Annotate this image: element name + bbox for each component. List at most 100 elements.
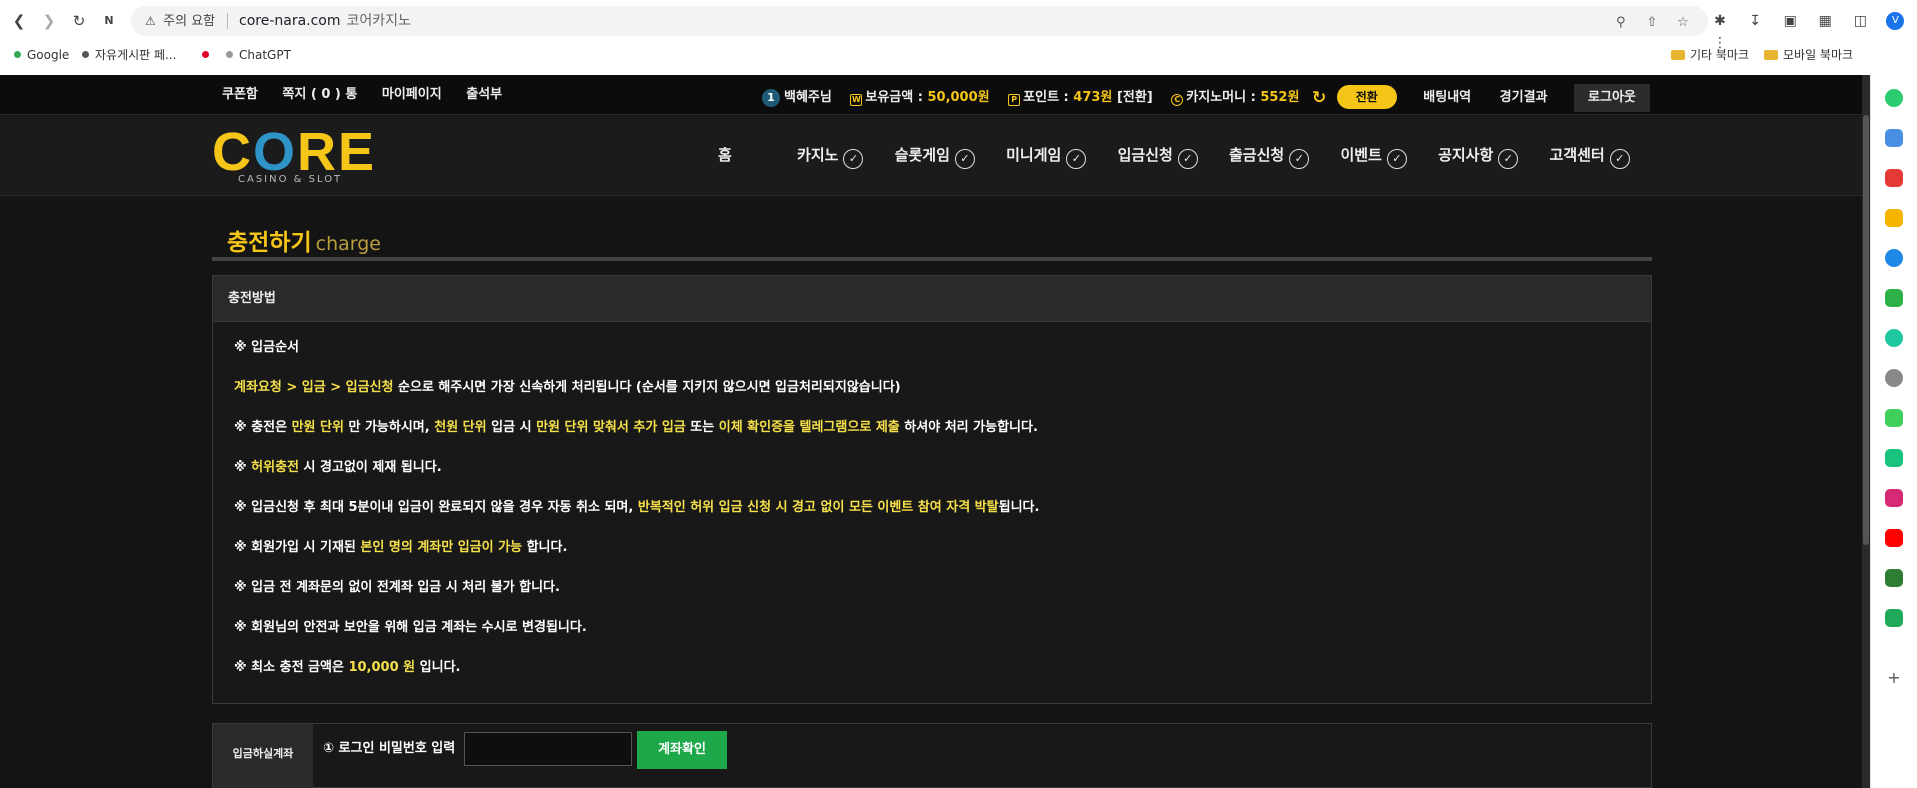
wallet-icon: W: [850, 94, 863, 106]
sidebar-app-icon[interactable]: [1885, 329, 1903, 347]
naver-icon[interactable]: N: [98, 10, 120, 32]
sidebar-app-icon[interactable]: [1885, 529, 1903, 547]
bookmark-folder-other[interactable]: 기타 북마크: [1671, 47, 1749, 63]
level-badge: 1: [762, 88, 780, 107]
media-icon[interactable]: ▣: [1775, 10, 1805, 32]
topbar-user-info: 1 백혜주님 W 보유금액 : 50,000원 P 포인트 : 473원 [전환] C…: [762, 84, 1650, 112]
scrollbar-thumb[interactable]: [1863, 115, 1869, 545]
sidebar-app-icon[interactable]: [1885, 289, 1903, 307]
screenshot-icon[interactable]: ▦: [1810, 10, 1840, 32]
bet-history-link[interactable]: 배팅내역: [1423, 90, 1471, 105]
security-warning[interactable]: ⚠ 주의 요함: [139, 10, 223, 32]
profile-avatar[interactable]: V: [1880, 10, 1910, 32]
instruction-line: ※ 입금신청 후 최대 5분이내 입금이 완료되지 않을 경우 자동 취소 되며…: [234, 500, 1040, 515]
security-label: 주의 요함: [163, 14, 216, 29]
logo-wordmark: CORE: [212, 122, 377, 182]
instruction-line: ※ 입금 전 계좌문의 없이 전계좌 입금 시 처리 불가 합니다.: [234, 580, 560, 595]
nav-notice[interactable]: 공지사항 ✓: [1438, 144, 1519, 169]
forward-icon[interactable]: ❯: [38, 10, 60, 32]
bookmark-dot-icon: [82, 51, 89, 58]
point-convert-link[interactable]: [전환]: [1117, 90, 1153, 105]
browser-chrome: ❮ ❯ ↻ N ⚠ 주의 요함 core-nara.com 코어카지노 ⚲ ⇧ ☆…: [0, 0, 1917, 75]
nav-event[interactable]: 이벤트 ✓: [1340, 144, 1407, 169]
download-icon[interactable]: ↧: [1740, 10, 1770, 32]
balance-value: 50,000원: [927, 90, 990, 105]
nav-casino[interactable]: 카지노 ✓: [797, 144, 864, 169]
instruction-line: ※ 회원가입 시 기재된 본인 명의 계좌만 입금이 가능 합니다.: [234, 540, 568, 555]
sidebar-app-icon[interactable]: [1885, 169, 1903, 187]
check-circle-icon: ✓: [1498, 149, 1519, 169]
url-text[interactable]: core-nara.com 코어카지노: [239, 10, 411, 32]
address-bar[interactable]: ⚠ 주의 요함 core-nara.com 코어카지노 ⚲ ⇧ ☆: [131, 6, 1708, 36]
check-circle-icon: ✓: [954, 149, 975, 169]
bookmark-google[interactable]: Google: [14, 47, 69, 63]
instruction-line: ※ 최소 충전 금액은 10,000 원 입니다.: [234, 660, 461, 675]
sidebar-app-icon[interactable]: [1885, 569, 1903, 587]
back-icon[interactable]: ❮: [8, 10, 30, 32]
extension-toolbar: ✱ ↧ ▣ ▦ ◫ V ⋮: [1705, 10, 1917, 51]
instructions-body: ※ 입금순서 계좌요청 > 입금 > 입금신청 순으로 해주시면 가장 신속하게…: [213, 322, 1651, 694]
split-view-icon[interactable]: ◫: [1845, 10, 1875, 32]
sidebar-app-icon[interactable]: [1885, 249, 1903, 267]
login-password-input[interactable]: [464, 732, 632, 766]
folder-icon: [1671, 50, 1685, 60]
sidebar-app-icon[interactable]: [1885, 129, 1903, 147]
share-icon[interactable]: ⇧: [1639, 13, 1665, 33]
instruction-line: ※ 충전은 만원 단위 만 가능하시며, 천원 단위 입금 시 만원 단위 맞춰…: [234, 420, 1038, 435]
reload-icon[interactable]: ↻: [68, 10, 90, 32]
balance: W 보유금액 : 50,000원: [850, 90, 990, 106]
address-row: ❮ ❯ ↻ N ⚠ 주의 요함 core-nara.com 코어카지노 ⚲ ⇧ ☆…: [0, 0, 1917, 51]
instruction-line: ※ 회원님의 안전과 보안을 위해 입금 계좌는 수시로 변경됩니다.: [234, 620, 587, 635]
instruction-line: ※ 입금순서: [234, 340, 300, 355]
page-title-hint: 코어카지노: [346, 13, 411, 29]
sidebar-app-icon[interactable]: [1885, 89, 1903, 107]
deposit-account-form: 입금하실계좌 ① 로그인 비밀번호 입력 계좌확인: [212, 723, 1652, 788]
nav-slot[interactable]: 슬롯게임 ✓: [895, 144, 975, 169]
extensions-icon[interactable]: ✱: [1705, 10, 1735, 32]
account-check-button[interactable]: 계좌확인: [637, 731, 727, 769]
memo-link[interactable]: 쪽지 ( 0 ) 통: [282, 87, 357, 102]
convert-button[interactable]: 전환: [1336, 85, 1397, 109]
bookmark-free-board[interactable]: 자유게시판 페...: [82, 47, 177, 63]
bookmark-red[interactable]: [202, 47, 215, 63]
nav-minigame[interactable]: 미니게임 ✓: [1006, 144, 1087, 169]
bookmark-folder-mobile[interactable]: 모바일 북마크: [1764, 47, 1853, 63]
sidebar-app-icon[interactable]: [1885, 369, 1903, 387]
logo-subtitle: CASINO & SLOT: [238, 174, 343, 185]
sidebar-app-icon[interactable]: [1885, 209, 1903, 227]
nav-home[interactable]: 홈: [718, 144, 732, 166]
casino-money: C 카지노머니 : 552원: [1171, 90, 1299, 106]
sidebar-app-icon[interactable]: [1885, 449, 1903, 467]
add-icon[interactable]: +: [1885, 669, 1903, 687]
web-page: 쿠폰함 쪽지 ( 0 ) 통 마이페이지 출석부 1 백혜주님 W 보유금액 : 5…: [0, 75, 1870, 788]
instructions-heading: 충전방법: [213, 276, 1651, 322]
sidebar-app-icon[interactable]: [1885, 409, 1903, 427]
nav-support[interactable]: 고객센터 ✓: [1550, 144, 1630, 169]
core-logo[interactable]: CORE CASINO & SLOT: [212, 124, 374, 188]
refresh-icon[interactable]: ↻: [1312, 87, 1326, 109]
user-name: 1 백혜주님: [762, 88, 832, 107]
point-value: 473원: [1073, 90, 1113, 105]
nav-deposit[interactable]: 입금신청 ✓: [1118, 144, 1198, 169]
key-icon[interactable]: ⚲: [1608, 13, 1634, 33]
bookmark-chatgpt[interactable]: ChatGPT: [226, 47, 291, 63]
check-circle-icon: ✓: [1289, 149, 1310, 169]
nav-withdraw[interactable]: 출금신청 ✓: [1229, 144, 1310, 169]
results-link[interactable]: 경기결과: [1500, 90, 1548, 105]
coupon-link[interactable]: 쿠폰함: [222, 87, 258, 102]
check-circle-icon: ✓: [1177, 149, 1198, 169]
omnibox-actions: ⚲ ⇧ ☆: [1608, 11, 1696, 31]
page-scrollbar[interactable]: [1862, 75, 1870, 788]
logout-button[interactable]: 로그아웃: [1574, 84, 1650, 112]
main-nav: 홈 카지노 ✓ 슬롯게임 ✓ 미니게임 ✓ 입금신청 ✓ 출금신청 ✓ 이벤트 ✓ 공지사항…: [718, 144, 1630, 169]
topbar-left-links: 쿠폰함 쪽지 ( 0 ) 통 마이페이지 출석부: [222, 87, 522, 103]
bookmark-dot-icon: [202, 51, 209, 58]
attendance-link[interactable]: 출석부: [466, 87, 502, 102]
sidebar-app-icon[interactable]: [1885, 609, 1903, 627]
sidebar-app-icon[interactable]: [1885, 489, 1903, 507]
mypage-link[interactable]: 마이페이지: [382, 87, 442, 102]
site-header: CORE CASINO & SLOT 홈 카지노 ✓ 슬롯게임 ✓ 미니게임 ✓ 입금…: [0, 116, 1870, 196]
points: P 포인트 : 473원 [전환]: [1008, 90, 1153, 106]
star-icon[interactable]: ☆: [1670, 13, 1696, 33]
instruction-line: 계좌요청 > 입금 > 입금신청 순으로 해주시면 가장 신속하게 처리됩니다 …: [234, 380, 901, 395]
